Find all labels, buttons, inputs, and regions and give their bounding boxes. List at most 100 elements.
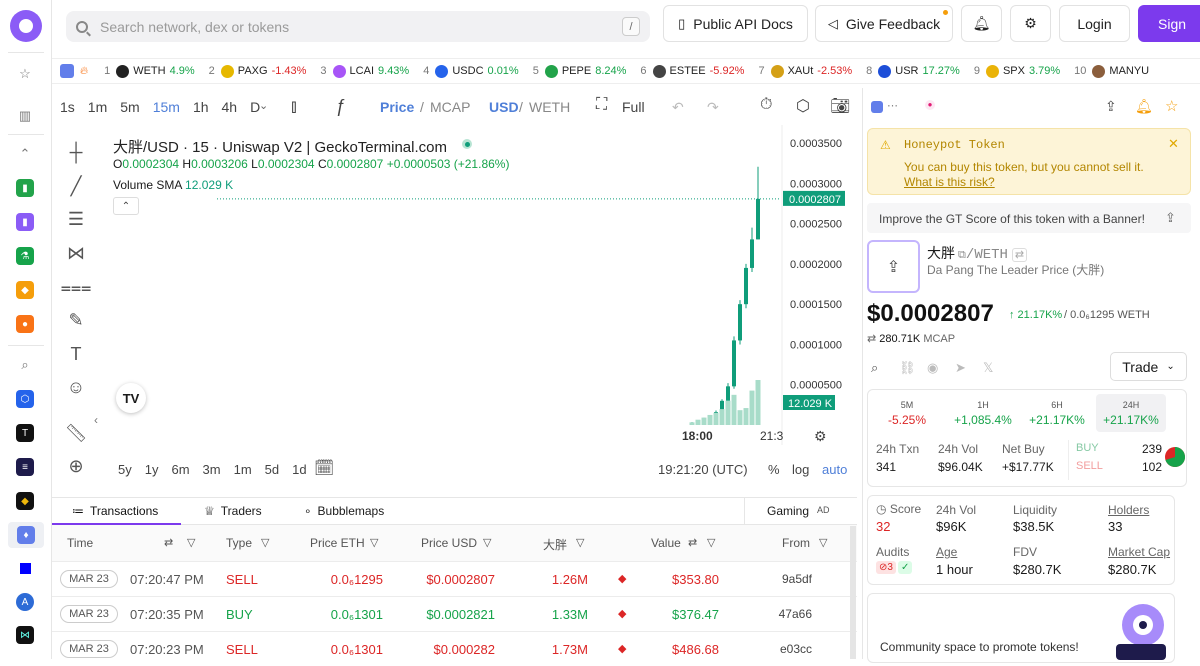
table-scrollbar[interactable] [850, 526, 856, 659]
interval-1m[interactable]: 1m [88, 99, 107, 115]
tx-from[interactable]: 9a5df [772, 572, 812, 586]
login-button[interactable]: Login [1059, 5, 1130, 42]
chevron-up-icon[interactable]: ⌃ [14, 143, 36, 165]
close-icon[interactable]: ✕ [1168, 136, 1179, 152]
telegram-icon[interactable]: ➤ [955, 360, 966, 376]
market-cap-link[interactable]: Market Cap [1108, 545, 1170, 559]
table-row[interactable]: MAR 23 07:20:47 PM SELL 0.0₆1295 $0.0002807 1… [52, 561, 857, 596]
base-icon[interactable] [14, 557, 36, 579]
tradingview-logo[interactable]: TV [116, 383, 146, 413]
undo-icon[interactable]: ↶ [672, 99, 684, 116]
swap-icon[interactable]: ⇄ [688, 536, 697, 549]
calendar-icon[interactable]: 🗓︎ [314, 458, 334, 478]
gaming-ad-slot[interactable]: Gaming AD [744, 498, 857, 526]
filter-icon[interactable]: ▽ [261, 536, 269, 549]
pumpkin-icon[interactable]: ● [14, 313, 36, 335]
camera-icon[interactable]: 📷︎ [830, 96, 850, 116]
star-icon[interactable]: ☆ [14, 63, 36, 85]
interval-1s[interactable]: 1s [60, 99, 75, 115]
portfolio-icon[interactable]: ▥ [14, 105, 36, 127]
settings-hex-icon[interactable]: ⬡ [796, 96, 810, 116]
range-5d[interactable]: 5d [265, 462, 279, 477]
chart-green-icon[interactable]: ▮ [14, 177, 36, 199]
search-icon[interactable]: ⌕ [14, 354, 36, 376]
swap-icon[interactable]: ⇄ [164, 536, 173, 549]
mcap-toggle[interactable]: MCAP [430, 99, 470, 115]
log-scale-toggle[interactable]: log [792, 462, 809, 477]
ticker-item[interactable]: 10 MANYU [1074, 64, 1153, 78]
tab-traders[interactable]: ♕ Traders [204, 504, 262, 518]
network-navy-icon[interactable]: ≡ [14, 456, 36, 478]
usd-toggle[interactable]: USD [489, 99, 519, 115]
ethereum-icon[interactable]: ♦ [8, 522, 44, 548]
filter-icon[interactable]: ▽ [370, 536, 378, 549]
flask-icon[interactable]: ⚗ [14, 245, 36, 267]
filter-icon[interactable]: ▽ [819, 536, 827, 549]
range-1y[interactable]: 1y [145, 462, 159, 477]
percent-scale-toggle[interactable]: % [768, 462, 780, 477]
redo-icon[interactable]: ↷ [707, 99, 719, 116]
notifications-button[interactable]: 🔔︎ [961, 5, 1002, 42]
discord-icon[interactable]: ◉ [927, 360, 938, 376]
ticker-item[interactable]: 9 SPX 3.79% [974, 64, 1060, 78]
ticker-item[interactable]: 7 XAUt -2.53% [758, 64, 852, 78]
chart-purple-icon[interactable]: ▮ [14, 211, 36, 233]
filter-icon[interactable]: ▽ [707, 536, 715, 549]
indicators-icon[interactable]: ƒ [336, 96, 346, 117]
community-promo-card[interactable]: Community space to promote tokens! [867, 593, 1175, 663]
chart-settings-icon[interactable]: ⚙ [814, 428, 827, 445]
range-1d[interactable]: 1d [292, 462, 306, 477]
interval-5m[interactable]: 5m [120, 99, 139, 115]
ticker-item[interactable]: 3 LCAI 9.43% [320, 64, 409, 78]
search-input[interactable] [100, 18, 600, 35]
period-tab-24h[interactable]: 24H +21.17K% [1096, 394, 1166, 432]
alert-clock-icon[interactable]: ⏱ [760, 96, 772, 114]
range-6m[interactable]: 6m [171, 462, 189, 477]
more-icon[interactable]: ⋯ [887, 99, 898, 112]
table-row[interactable]: MAR 23 07:20:23 PM SELL 0.0₆1301 $0.000282 1.… [52, 631, 857, 666]
price-chart[interactable]: 大胖/USD · 15 · Uniswap V2 | GeckoTerminal… [52, 125, 862, 495]
interval-1h[interactable]: 1h [193, 99, 209, 115]
range-3m[interactable]: 3m [203, 462, 221, 477]
arbitrum-icon[interactable]: A [14, 591, 36, 613]
interval-4h[interactable]: 4h [222, 99, 238, 115]
geckoterminal-logo[interactable] [10, 10, 42, 42]
chart-canvas[interactable]: 0.0003500 0.0003000 0.0002500 0.0002000 0.00… [52, 125, 862, 455]
tx-from[interactable]: 47a66 [772, 607, 812, 621]
audits-badges[interactable]: ⊘3 ✓ [876, 561, 913, 574]
chevron-left-icon[interactable]: ‹ [94, 413, 98, 427]
table-row[interactable]: MAR 23 07:20:35 PM BUY 0.0₆1301 $0.0002821 1.… [52, 596, 857, 631]
ticker-item[interactable]: 2 PAXG -1.43% [209, 64, 306, 78]
ticker-item[interactable]: 1 WETH 4.9% [104, 64, 195, 78]
ticker-item[interactable]: 5 PEPE 8.24% [533, 64, 626, 78]
filter-icon[interactable]: ▽ [576, 536, 584, 549]
weth-toggle[interactable]: WETH [529, 99, 570, 115]
alert-bell-icon[interactable]: 🔔︎ [1135, 98, 1153, 115]
interval-15m[interactable]: 15m [153, 99, 180, 115]
give-feedback-button[interactable]: ◁ Give Feedback [815, 5, 953, 42]
search-bar[interactable]: / [66, 11, 650, 42]
ticker-item[interactable]: 4 USDC 0.01% [423, 64, 519, 78]
tab-bubblemaps[interactable]: ∘ Bubblemaps [304, 504, 384, 518]
tab-transactions[interactable]: ≔ Transactions [72, 504, 158, 518]
range-1m[interactable]: 1m [234, 462, 252, 477]
honeypot-link[interactable]: What is this risk? [904, 175, 995, 189]
signup-button[interactable]: Sign [1138, 5, 1200, 42]
share-icon[interactable]: ⇪ [1105, 98, 1117, 115]
public-api-docs-button[interactable]: ▯ Public API Docs [663, 5, 808, 42]
trade-dropdown[interactable]: Trade ⌄ [1110, 352, 1187, 381]
full-label[interactable]: Full [622, 99, 645, 115]
ticker-item[interactable]: 6 ESTEE -5.92% [640, 64, 744, 78]
candle-type-icon[interactable]: ⫾ [291, 96, 297, 117]
auto-scale-toggle[interactable]: auto [822, 462, 847, 477]
period-tab-6h[interactable]: 6H +21.17K% [1022, 394, 1092, 432]
ticker-item[interactable]: 8 USR 17.27% [866, 64, 960, 78]
network-black-icon[interactable]: T [14, 422, 36, 444]
chevron-down-icon[interactable]: ⌄ [259, 99, 268, 112]
banner-prompt[interactable]: Improve the GT Score of this token with … [867, 203, 1191, 233]
ethereum-network-icon[interactable] [60, 64, 74, 78]
range-5y[interactable]: 5y [118, 462, 132, 477]
period-tab-5m[interactable]: 5M -5.25% [872, 394, 942, 432]
holders-link[interactable]: Holders [1108, 503, 1149, 517]
filter-icon[interactable]: ▽ [187, 536, 195, 549]
